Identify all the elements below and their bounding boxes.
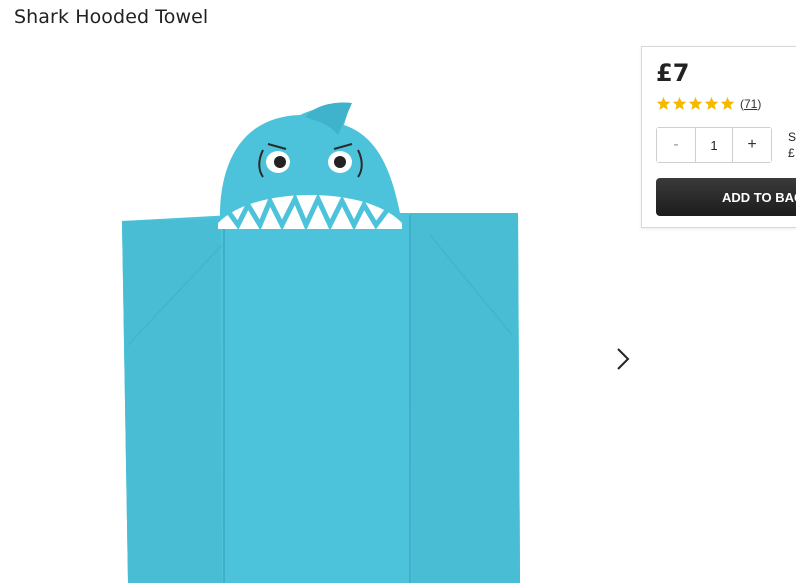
subtotal-label: Su bbox=[788, 130, 796, 144]
price: £7 bbox=[656, 59, 690, 87]
star-rating bbox=[656, 96, 735, 111]
subtotal: Su £ bbox=[788, 129, 796, 161]
next-image-button[interactable] bbox=[610, 342, 636, 376]
chevron-right-icon bbox=[617, 348, 630, 370]
star-icon bbox=[672, 96, 687, 110]
review-count-link[interactable]: 71 bbox=[744, 97, 757, 111]
add-to-bag-label: ADD TO BAG bbox=[722, 189, 796, 205]
subtotal-value: £ bbox=[788, 146, 795, 160]
star-icon bbox=[656, 96, 671, 110]
star-icon bbox=[688, 96, 703, 110]
product-image bbox=[100, 95, 550, 585]
decrease-quantity-button[interactable]: - bbox=[657, 128, 695, 162]
star-icon bbox=[704, 96, 719, 110]
review-count-close-paren: ) bbox=[757, 96, 762, 111]
quantity-stepper: - 1 + bbox=[656, 127, 772, 163]
buy-box: £7 (71) - 1 + Su £ ADD TO BAG bbox=[641, 46, 796, 228]
rating: (71) bbox=[656, 96, 761, 111]
quantity-value[interactable]: 1 bbox=[695, 128, 733, 162]
product-title: Shark Hooded Towel bbox=[14, 6, 209, 28]
increase-quantity-button[interactable]: + bbox=[733, 128, 771, 162]
shark-towel-image bbox=[122, 102, 520, 583]
add-to-bag-button[interactable]: ADD TO BAG bbox=[656, 178, 796, 216]
star-icon bbox=[720, 96, 735, 110]
